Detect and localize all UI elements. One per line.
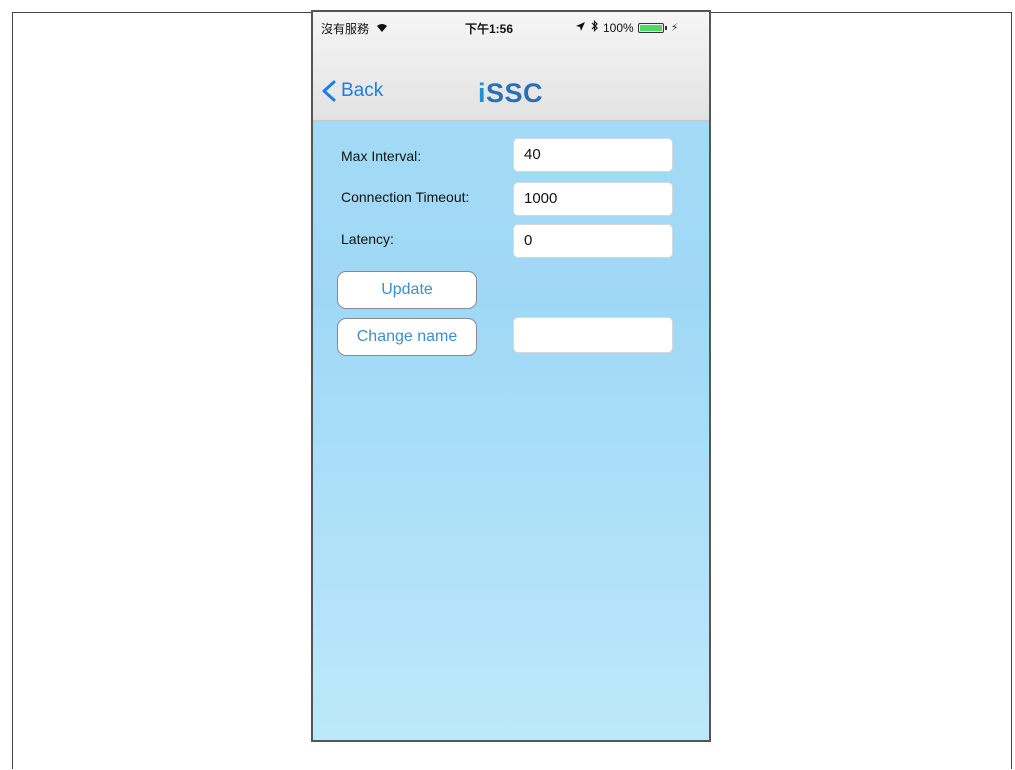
carrier-label: 沒有服務 [321,22,370,36]
name-field[interactable] [513,317,673,353]
status-right: 100% ⚡ [575,20,678,35]
logo-rest: SSC [486,78,544,108]
latency-field[interactable]: 0 [513,224,673,258]
battery-percent: 100% [603,20,634,35]
update-button[interactable]: Update [337,271,477,309]
battery-fill [639,24,662,31]
charging-icon: ⚡ [670,22,679,34]
back-chevron-icon [321,80,337,102]
back-label: Back [341,80,384,101]
battery-icon [637,22,667,33]
change-name-button[interactable]: Change name [337,318,477,356]
status-carrier: 沒有服務 [321,20,388,37]
latency-label: Latency: [341,231,394,247]
wifi-icon [376,22,388,36]
issc-logo: iSSC [478,78,543,109]
back-button[interactable]: Back [321,80,383,102]
bluetooth-icon [590,20,599,35]
max-interval-label: Max Interval: [341,148,422,164]
connection-timeout-label: Connection Timeout: [341,189,470,205]
connection-timeout-field[interactable]: 1000 [513,182,673,216]
location-icon [575,21,586,35]
status-time: 下午1:56 [465,22,514,36]
phone-screen: 沒有服務 下午1:56 100% ⚡ Back iSSC Max Interva [311,10,711,742]
navigation-bar: 沒有服務 下午1:56 100% ⚡ Back iSSC [313,12,709,121]
logo-i: i [478,78,487,108]
max-interval-field[interactable]: 40 [513,138,673,172]
